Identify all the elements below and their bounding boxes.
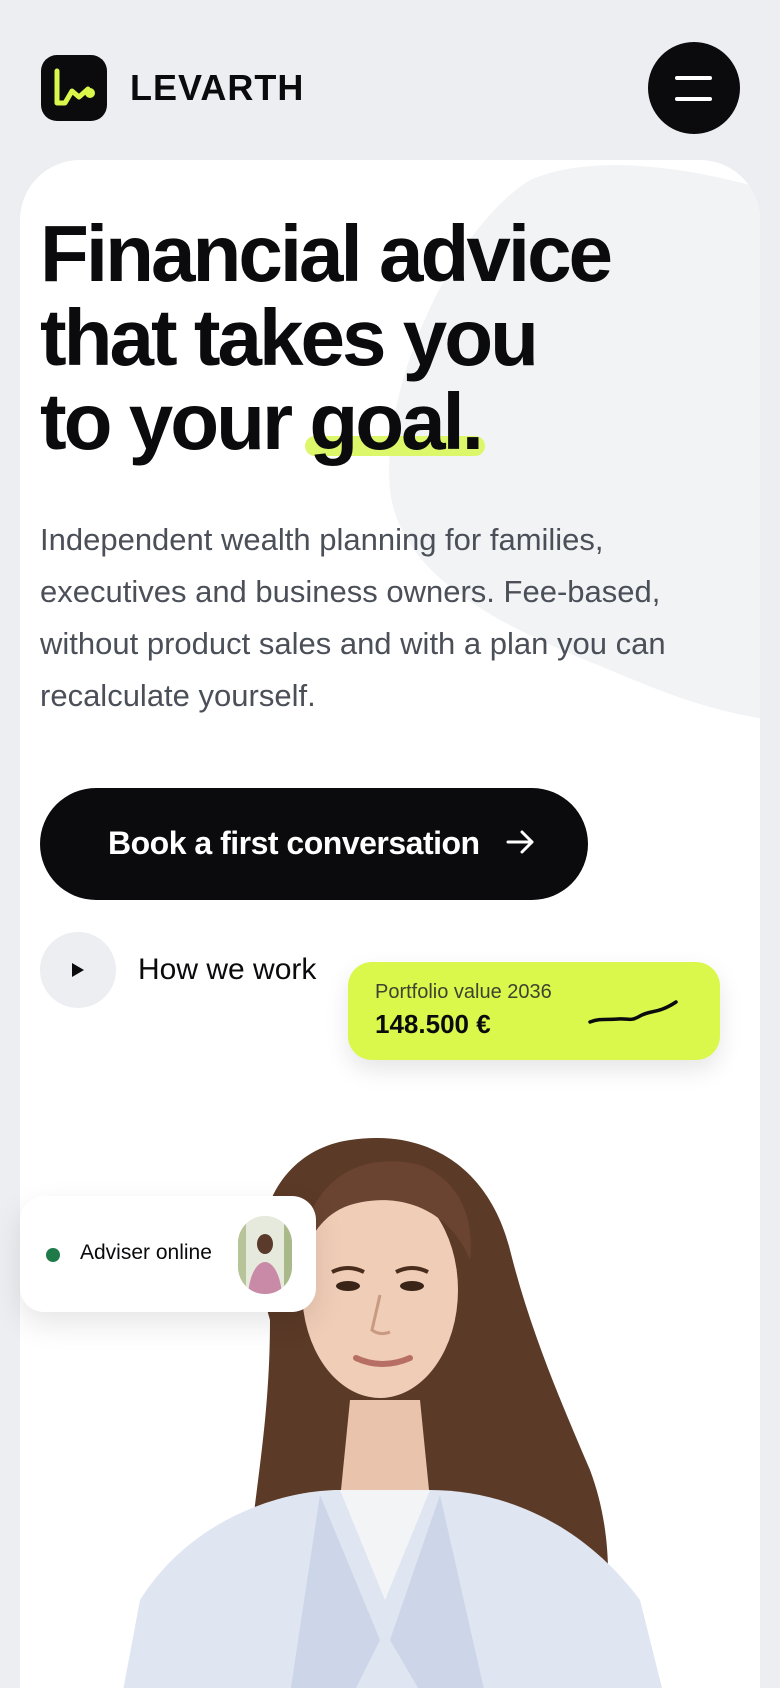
hamburger-menu-icon-bar [675, 97, 712, 101]
brand-name[interactable]: LEVARTH [130, 66, 304, 110]
hamburger-menu-icon [675, 76, 712, 80]
site-header: LEVARTH [0, 0, 780, 160]
avatar [238, 1216, 292, 1294]
headline-line: that takes you [40, 293, 539, 382]
online-status-dot [46, 1248, 60, 1262]
hero-photo [20, 1040, 760, 1688]
play-icon [72, 963, 84, 977]
book-conversation-button[interactable]: Book a first conversation [40, 788, 588, 900]
how-we-work-button[interactable]: How we work [40, 932, 360, 1008]
chart-line-icon [54, 68, 95, 106]
headline-line: Financial advice [40, 209, 613, 298]
adviser-photo-image [238, 1216, 292, 1294]
menu-button[interactable] [648, 42, 740, 134]
sparkline-icon [588, 1000, 678, 1024]
woman-portrait-image [20, 1040, 760, 1688]
headline: Financial advice that takes you to your … [40, 212, 740, 464]
hero-card: Financial advice that takes you to your … [20, 160, 760, 1688]
play-button[interactable] [40, 932, 116, 1008]
how-we-work-label: How we work [138, 953, 317, 986]
portfolio-value: 148.500 € [375, 1009, 491, 1039]
arrow-right-icon [506, 830, 534, 854]
headline-line: to your goal. [40, 380, 740, 464]
intro-text: Independent wealth planning for families… [40, 522, 666, 713]
cta-label: Book a first conversation [108, 825, 480, 861]
portfolio-value-card[interactable]: Portfolio value 2036 148.500 € [348, 962, 720, 1060]
page: LEVARTH Financial advice that takes you … [0, 0, 780, 1688]
headline-highlight: goal. [305, 377, 485, 466]
logo[interactable] [41, 55, 107, 121]
adviser-online-card[interactable]: Adviser online [20, 1196, 316, 1312]
headline-line3-prefix: to your [40, 377, 310, 466]
adviser-label: Adviser online [80, 1241, 212, 1264]
portfolio-label: Portfolio value 2036 [375, 981, 552, 1003]
